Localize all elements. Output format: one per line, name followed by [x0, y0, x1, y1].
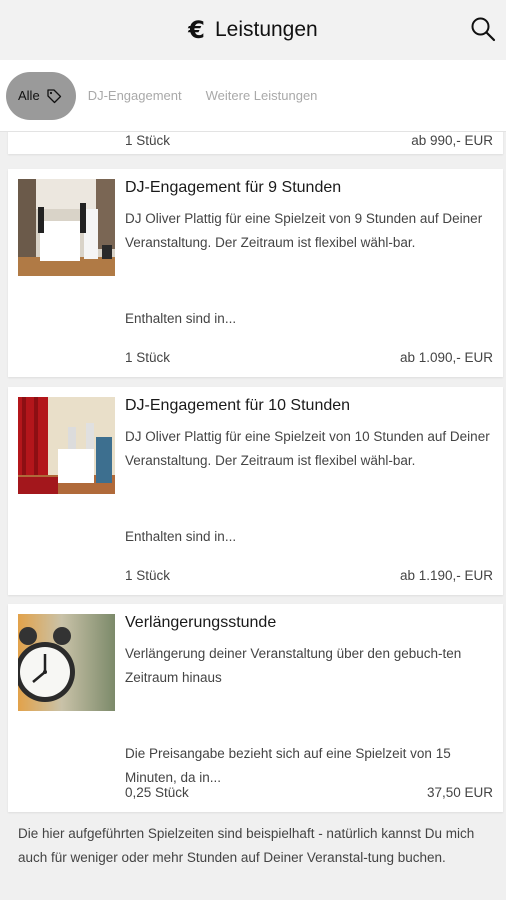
card-description: DJ Oliver Plattig für eine Spielzeit von… — [125, 211, 483, 250]
service-list: 1 Stück ab 990,- EUR DJ-Engagement für 9… — [0, 132, 506, 900]
service-card[interactable]: Verlängerungsstunde Verlängerung deiner … — [8, 604, 503, 812]
tag-icon — [47, 88, 61, 103]
service-image-alarm-clock — [18, 614, 115, 711]
card-title: Verlängerungsstunde — [125, 614, 277, 631]
card-description: DJ Oliver Plattig für eine Spielzeit von… — [125, 429, 490, 468]
filter-chip-all[interactable]: Alle — [6, 71, 76, 120]
card-price: ab 1.190,- EUR — [399, 568, 493, 583]
filter-chip-weitere-leistungen[interactable]: Weitere Leistungen — [206, 82, 318, 109]
footer-note: Die hier aufgeführten Spielzeiten sind b… — [18, 826, 475, 865]
card-quantity: 1 Stück — [125, 568, 171, 583]
filter-chip-all-label: Alle — [18, 88, 40, 103]
service-card-partial[interactable]: 1 Stück ab 990,- EUR — [8, 132, 503, 154]
card-more-link[interactable]: Die Preisangabe bezieht sich auf eine Sp… — [125, 742, 493, 790]
service-image-dj-room — [18, 179, 115, 276]
card-price: 37,50 EUR — [426, 785, 493, 800]
card-quantity: 1 Stück — [125, 350, 171, 365]
filter-chip-dj-engagement[interactable]: DJ-Engagement — [88, 82, 182, 109]
search-button[interactable] — [468, 14, 498, 44]
card-quantity: 1 Stück — [125, 133, 171, 148]
app-header: € Leistungen — [0, 0, 506, 60]
card-price: ab 1.090,- EUR — [399, 350, 493, 365]
card-title: DJ-Engagement für 10 Stunden — [125, 397, 351, 414]
search-icon — [471, 17, 496, 42]
service-card[interactable]: DJ-Engagement für 9 Stunden DJ Oliver Pl… — [8, 169, 503, 377]
card-more-link[interactable]: Enthalten sind in... — [125, 525, 493, 549]
filter-bar: Alle DJ-Engagement Weitere Leistungen — [0, 60, 506, 132]
service-card[interactable]: DJ-Engagement für 10 Stunden DJ Oliver P… — [8, 387, 503, 595]
euro-icon: € — [188, 16, 205, 44]
card-quantity: 0,25 Stück — [125, 785, 189, 800]
card-title: DJ-Engagement für 9 Stunden — [125, 179, 342, 196]
card-more-link[interactable]: Enthalten sind in... — [125, 307, 493, 331]
header-title-group: € Leistungen — [188, 16, 317, 44]
card-price: ab 990,- EUR — [411, 133, 493, 148]
card-description: Verlängerung deiner Veranstaltung über d… — [125, 646, 462, 685]
page-title: Leistungen — [214, 18, 318, 41]
service-image-red-curtain — [18, 397, 115, 494]
